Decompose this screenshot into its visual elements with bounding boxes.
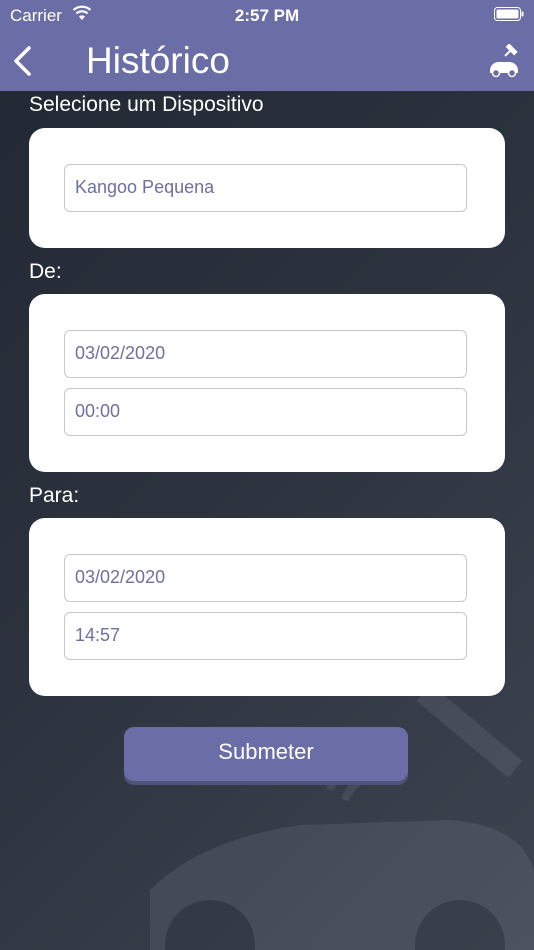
from-date-field[interactable]: 03/02/2020 [64,330,467,378]
nav-bar: Histórico [0,30,534,91]
car-satellite-icon[interactable] [486,44,522,78]
to-time-field[interactable]: 14:57 [64,612,467,660]
submit-button[interactable]: Submeter [124,727,408,781]
from-time-field[interactable]: 00:00 [64,388,467,436]
back-chevron-icon[interactable] [10,44,34,78]
battery-icon [494,7,524,21]
from-card: 03/02/2020 00:00 [29,294,505,472]
device-section-label: Selecione um Dispositivo [29,93,264,116]
device-card: Kangoo Pequena [29,128,505,248]
page-title: Histórico [86,40,230,81]
device-field[interactable]: Kangoo Pequena [64,164,467,212]
from-section-label: De: [29,260,62,283]
to-card: 03/02/2020 14:57 [29,518,505,696]
status-time: 2:57 PM [234,6,300,25]
to-date-field[interactable]: 03/02/2020 [64,554,467,602]
status-bar: Carrier 2:57 PM [0,0,534,30]
to-section-label: Para: [29,484,80,507]
